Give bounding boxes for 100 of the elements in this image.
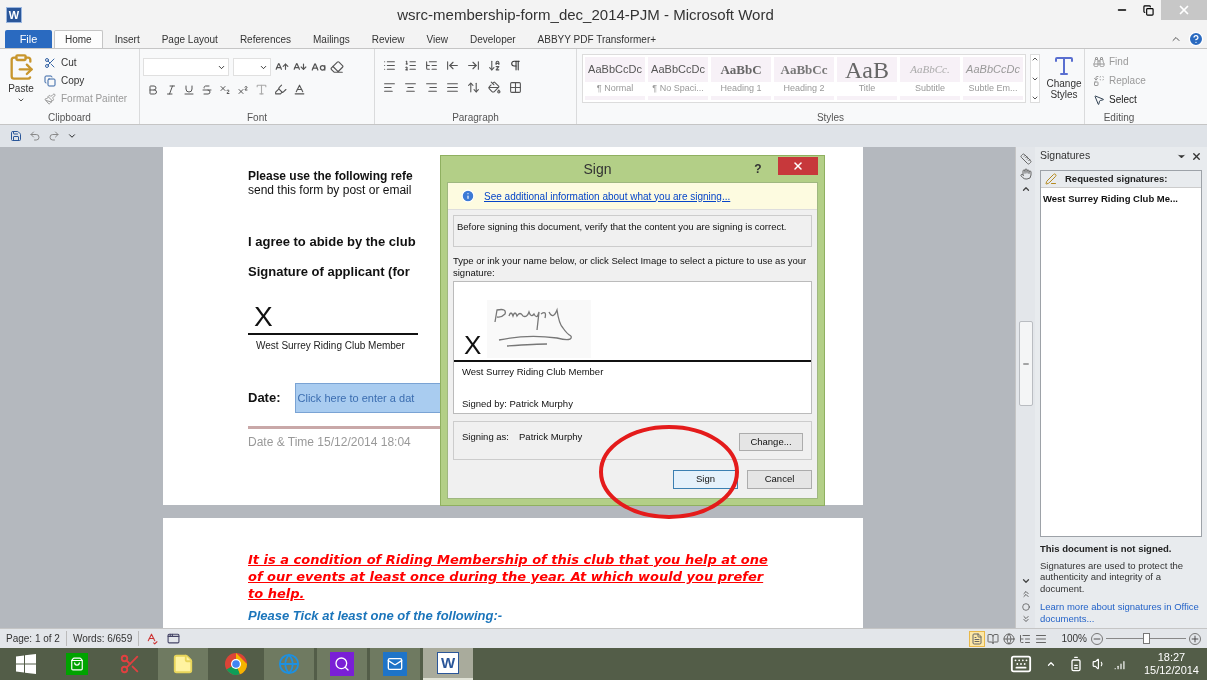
ribbon-tab[interactable]: Home [54,30,103,48]
group-label: Paragraph [452,110,499,125]
close-button[interactable] [778,157,818,175]
bold-icon[interactable] [147,83,159,96]
ribbon-tab[interactable]: Insert [104,30,150,48]
save-icon[interactable] [10,130,22,142]
ribbon-tab[interactable]: ABBYY PDF Transformer+ [527,30,667,48]
align-right-icon[interactable] [425,81,438,94]
paintbrush-icon [44,92,56,105]
increase-indent-icon[interactable] [467,59,480,72]
page-count[interactable]: Page: 1 of 2 [0,631,67,646]
info-icon [461,189,475,203]
show-hidden-icons-icon[interactable] [1045,659,1056,669]
line-spacing-icon[interactable] [467,81,480,94]
superscript-icon[interactable] [237,83,249,96]
style-swatch[interactable]: AaBbCcDc ¶ Normal [585,57,645,100]
store-icon [66,653,88,675]
signed-by-text: Signed by: Patrick Murphy [461,396,574,411]
gallery-scroll-buttons[interactable] [1030,54,1040,103]
clock-date[interactable]: 15/12/2014 [1143,664,1199,677]
scroll-up-icon[interactable] [1020,184,1031,194]
multilevel-list-icon[interactable] [425,59,438,72]
highlighter-icon[interactable] [274,83,287,96]
view-button[interactable] [1001,630,1018,647]
scroll-down-icon[interactable] [1020,576,1031,586]
clear-formatting-icon[interactable] [330,60,344,74]
group-label: Editing [1103,110,1135,125]
signature-description: Signatures are used to protect the authenticity and integrity of a document. [1040,559,1185,594]
learn-more-link[interactable]: Learn more about signatures in Office documents... [1040,601,1202,624]
ribbon-tab[interactable]: References [229,30,301,48]
help-icon[interactable] [1188,31,1204,47]
editing-button[interactable]: Select [1093,92,1153,107]
touch-keyboard-icon[interactable] [1009,653,1032,675]
binoculars-icon [1093,55,1105,68]
word-app-icon[interactable]: W [6,7,22,23]
macro-icon[interactable] [167,632,181,645]
browse-object-icon[interactable] [1021,603,1030,611]
align-left-icon[interactable] [383,81,396,94]
change-button[interactable]: Change... [739,432,803,451]
ribbon-tab[interactable]: Developer [460,30,526,48]
underline-icon[interactable] [183,83,195,96]
subscript-icon[interactable] [219,83,231,96]
style-swatch[interactable]: AaBbCcDc ¶ No Spaci... [648,57,708,100]
ribbon-tab[interactable]: View [416,30,458,48]
numbering-icon[interactable] [404,59,417,72]
taskbar-button[interactable] [370,648,420,680]
copy-icon [44,74,56,87]
italic-icon[interactable] [165,83,177,96]
help-button[interactable]: ? [748,160,768,178]
word-icon: W [437,652,459,674]
word-count[interactable]: Words: 6/659 [66,631,140,646]
requested-signature-item[interactable]: West Surrey Riding Club Me... [1041,188,1201,207]
decrease-indent-icon[interactable] [446,59,459,72]
ribbon-tab[interactable]: Review [361,30,415,48]
style-swatch[interactable]: AaB Title [837,57,897,100]
taskbar-button[interactable] [317,648,367,680]
clipboard-button[interactable]: Copy [44,73,128,88]
style-swatch[interactable]: AaBbC Heading 1 [711,57,771,100]
body-heading: I agree to abide by the club [248,233,416,251]
caret-icon [1031,94,1039,102]
scissors-icon [119,653,141,675]
ribbon-tab[interactable]: Mailings [303,30,360,48]
customize-toolbar-icon[interactable] [67,131,77,141]
view-button[interactable] [969,630,986,647]
clipboard-button[interactable]: Cut [44,55,128,70]
undo-icon[interactable] [29,130,41,142]
pane-close-icon[interactable] [1191,150,1202,162]
zoom-slider-thumb[interactable] [1143,633,1150,644]
bullets-icon[interactable] [383,59,396,72]
date-label: Date: [248,389,281,408]
taskbar-button[interactable]: W [423,648,473,680]
dialog-button[interactable]: Sign [673,469,738,489]
clock-time[interactable]: 18:27 [1157,651,1186,664]
align-center-icon[interactable] [404,81,417,94]
ruler-toggle-icon[interactable] [1019,153,1032,165]
style-swatch[interactable]: AaBbCc Heading 2 [774,57,834,100]
proofing-icon[interactable] [145,632,159,645]
sort-icon[interactable] [488,59,501,72]
dialog-button[interactable]: Cancel [747,469,812,489]
hand-icon[interactable] [1019,168,1032,180]
scrollbar-thumb[interactable] [1018,321,1033,406]
info-link[interactable]: See additional information about what you are signing... [484,188,731,204]
justify-icon[interactable] [446,81,459,94]
file-tab[interactable]: File [5,30,52,48]
ribbon-tab[interactable]: Page Layout [151,30,228,48]
shading-icon[interactable] [488,81,501,94]
zoom-level[interactable]: 100% [1061,631,1087,646]
show-marks-icon[interactable] [509,59,522,72]
change-styles-button[interactable]: Change Styles [1044,54,1084,103]
signer-title: West Surrey Riding Club Member [255,339,405,353]
paste-button[interactable]: Paste [4,53,38,106]
borders-icon[interactable] [509,81,522,94]
taskbar-button[interactable] [158,648,208,680]
close-icon [1177,3,1191,17]
caret-icon [17,96,25,104]
redo-icon[interactable] [48,130,60,142]
strikethrough-icon[interactable] [201,83,213,96]
signer-title: West Surrey Riding Club Member [461,365,605,380]
body-heading: Signature of applicant (for [248,262,410,281]
font-color-icon[interactable] [293,83,306,96]
